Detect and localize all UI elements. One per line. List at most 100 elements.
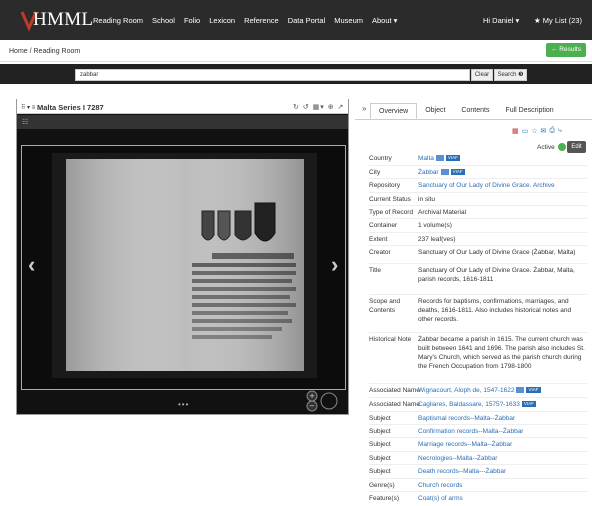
metadata-value-text: Sanctuary of Our Lady of Divine Grace. Ż… [418,267,575,283]
active-status-badge [558,143,566,151]
row-divider [369,205,587,206]
metadata-value[interactable]: Sanctuary of Our Lady of Divine Grace. A… [418,181,586,190]
metadata-value[interactable]: Necrologies--Malta--Żabbar [418,454,586,463]
svg-text:−: − [309,402,315,410]
authority-icon[interactable] [516,387,525,394]
star-icon[interactable]: ☆ [531,127,537,135]
tab-divider [355,119,592,120]
code-icon[interactable]: ▭ [522,127,529,135]
metadata-value-text[interactable]: Malta [418,155,434,162]
viaf-badge[interactable]: VIAF [526,387,541,394]
metadata-value-text: Sanctuary of Our Lady of Divine Grace (Ż… [418,249,576,256]
nav-reading-room[interactable]: Reading Room [93,16,143,25]
metadata-value-text[interactable]: Żabbar [418,169,439,176]
metadata-value-text[interactable]: Marriage records--Malta--Żabbar [418,441,512,448]
metadata-value[interactable]: Cagliares, Baldassare, 1575?-1633 VIAF [418,400,586,409]
nav-data-portal[interactable]: Data Portal [288,16,326,25]
metadata-value-text[interactable]: Baptismal records--Malta--Żabbar [418,415,515,422]
metadata-label: Title [369,267,382,274]
metadata-label: Type of Record [369,209,414,216]
metadata-value[interactable]: Żabbar VIAF [418,168,586,177]
tab-full-description[interactable]: Full Description [497,103,561,119]
clear-button[interactable]: Clear [471,69,493,81]
nav-about[interactable]: About ▾ [372,16,397,25]
metadata-label: Subject [369,428,391,435]
share-icon[interactable]: ⤷ [558,127,562,135]
metadata-value[interactable]: Confirmation records--Malta--Żabbar [418,427,586,436]
metadata-value-text[interactable]: Cagliares, Baldassare, 1575?-1633 [418,401,520,408]
row-divider [369,397,587,398]
row-divider [369,451,587,452]
metadata-value[interactable]: Malta VIAF [418,154,586,163]
row-divider [369,424,587,425]
metadata-value-text: 1 volume(s) [418,222,452,229]
logo-text[interactable]: HMML [33,9,93,31]
row-divider [369,232,587,233]
previous-page-arrow-icon[interactable]: ‹ [28,252,35,278]
svg-text:+: + [309,392,315,400]
metadata-value: in situ [418,195,586,204]
viewer-subtoolbar [17,115,348,129]
metadata-label: Subject [369,455,391,462]
metadata-value-text[interactable]: Confirmation records--Malta--Żabbar [418,428,523,435]
row-divider [369,464,587,465]
next-page-arrow-icon[interactable]: › [331,252,338,278]
row-divider [369,294,587,295]
filter-icon[interactable]: ☷ [22,118,28,126]
edit-button[interactable]: Edit [567,141,586,153]
authority-icon[interactable] [440,169,449,176]
tab-object[interactable]: Object [417,103,453,119]
search-input[interactable]: zabbar [75,69,470,81]
metadata-value-text[interactable]: Death records--Malta---Żabbar [418,468,506,475]
metadata-value-text[interactable]: Coat(s) of arms [418,495,463,502]
breadcrumb[interactable]: Home / Reading Room [9,48,80,55]
metadata-label: Creator [369,249,391,256]
authority-icon[interactable] [435,155,444,162]
metadata-value-text[interactable]: Wignacourt, Aloph de, 1547-1622 [418,387,514,394]
user-menu[interactable]: Hi Daniel ▾ [483,16,519,25]
print-icon[interactable]: ⎙ [549,127,555,135]
metadata-value[interactable]: Death records--Malta---Żabbar [418,467,586,476]
nav-reference[interactable]: Reference [244,16,279,25]
metadata-value-text[interactable]: Sanctuary of Our Lady of Divine Grace. A… [418,182,555,189]
nav-school[interactable]: School [152,16,175,25]
nav-museum[interactable]: Museum [334,16,363,25]
zoom-control-icon[interactable]: + − [304,390,346,412]
email-icon[interactable]: ✉ [541,127,547,135]
viewer-title: Malta Series I 7287 [37,103,104,112]
metadata-value-text[interactable]: Church records [418,482,462,489]
search-button[interactable]: Search ❸ [494,69,527,81]
collapse-panel-icon[interactable]: » [362,104,366,113]
row-divider [369,245,587,246]
viaf-badge[interactable]: VIAF [450,169,465,176]
pagination-dots[interactable]: ••• [178,400,189,409]
viaf-badge[interactable]: VIAF [445,155,460,162]
nav-folio[interactable]: Folio [184,16,200,25]
metadata-value: 1 volume(s) [418,221,586,230]
metadata-value[interactable]: Church records [418,481,586,490]
metadata-value[interactable]: Wignacourt, Aloph de, 1547-1622 VIAF [418,386,586,395]
metadata-value[interactable]: Baptismal records--Malta--Żabbar [418,414,586,423]
tab-overview[interactable]: Overview [370,103,418,119]
nav-lexicon[interactable]: Lexicon [209,16,235,25]
tab-contents[interactable]: Contents [453,103,497,119]
row-divider [369,383,587,384]
metadata-label: Subject [369,415,391,422]
viewer-tools-icon[interactable]: ↻ ↺ ▦▾ ⊕ ↗ [293,103,344,111]
metadata-label: City [369,169,381,176]
row-divider [369,178,587,179]
row-divider [369,332,587,333]
viewer-menu-icon[interactable]: ⠿ ▾ ≡ [21,104,35,111]
row-divider [369,437,587,438]
metadata-value[interactable]: Marriage records--Malta--Żabbar [418,440,586,449]
metadata-value-text[interactable]: Necrologies--Malta--Żabbar [418,455,497,462]
viaf-badge[interactable]: VIAF [521,401,536,408]
metadata-label: Feature(s) [369,495,399,502]
detail-tabs: Overview Object Contents Full Descriptio… [370,103,562,119]
metadata-label: Subject [369,441,391,448]
bookmark-icon[interactable]: ▦ [512,127,519,135]
my-list-link[interactable]: ★ My List (23) [534,16,582,25]
results-button[interactable]: ← Results [546,43,586,57]
metadata-value: Żabbar became a parish in 1615. The curr… [418,335,586,371]
metadata-value[interactable]: Coat(s) of arms [418,494,586,503]
